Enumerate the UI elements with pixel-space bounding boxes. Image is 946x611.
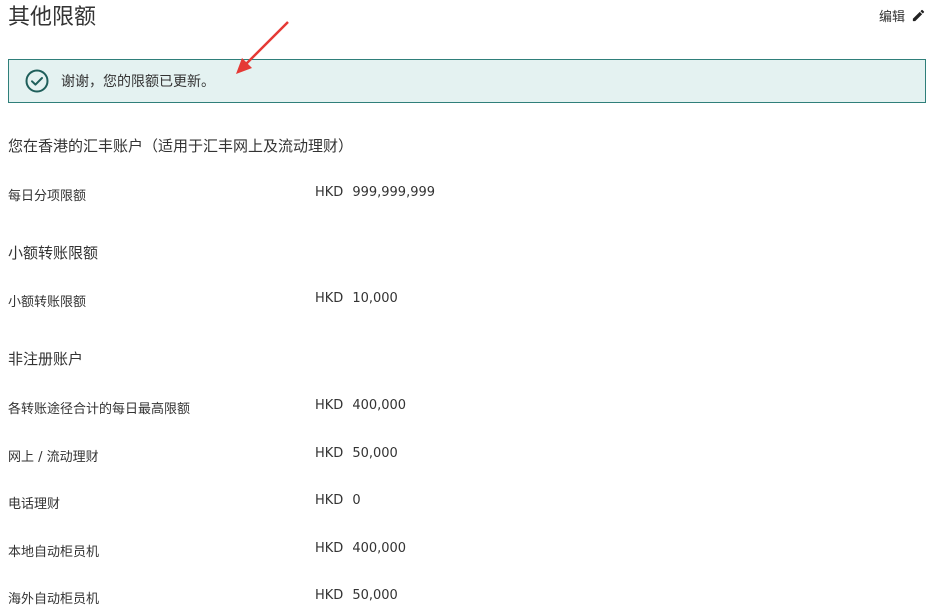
row-label-daily-limit: 每日分项限额 — [8, 189, 87, 204]
check-circle-icon — [25, 69, 49, 93]
success-banner: 谢谢，您的限额已更新。 — [8, 59, 926, 103]
row-label-phone-banking: 电话理财 — [8, 497, 61, 512]
row-label-overseas-atm: 海外自动柜员机 — [8, 592, 100, 607]
row-value-overseas-atm: HKD 50,000 — [315, 588, 398, 603]
row-value-phone-banking: HKD 0 — [315, 493, 361, 508]
row-value-total-daily-max: HKD 400,000 — [315, 398, 407, 413]
edit-label: 编辑 — [878, 10, 905, 25]
row-label-online-mobile: 网上 / 流动理财 — [8, 450, 99, 465]
pencil-icon — [912, 9, 925, 22]
row-value-small-transfer: HKD 10,000 — [315, 291, 398, 306]
section-title-small-transfer: 小额转账限额 — [8, 244, 99, 262]
row-label-total-daily-max: 各转账途径合计的每日最高限额 — [8, 402, 191, 417]
row-label-local-atm: 本地自动柜员机 — [8, 545, 100, 560]
row-value-daily-limit: HKD 999,999,999 — [315, 185, 436, 200]
row-value-local-atm: HKD 400,000 — [315, 541, 407, 556]
section-title-unregistered: 非注册账户 — [8, 350, 84, 368]
success-message: 谢谢，您的限额已更新。 — [61, 74, 215, 90]
row-value-online-mobile: HKD 50,000 — [315, 446, 398, 461]
edit-button[interactable]: 编辑 — [879, 6, 926, 25]
section-title-hsbc-accounts: 您在香港的汇丰账户（适用于汇丰网上及流动理财） — [8, 137, 354, 155]
row-label-small-transfer: 小额转账限额 — [8, 295, 87, 310]
page-title: 其他限额 — [8, 5, 97, 30]
